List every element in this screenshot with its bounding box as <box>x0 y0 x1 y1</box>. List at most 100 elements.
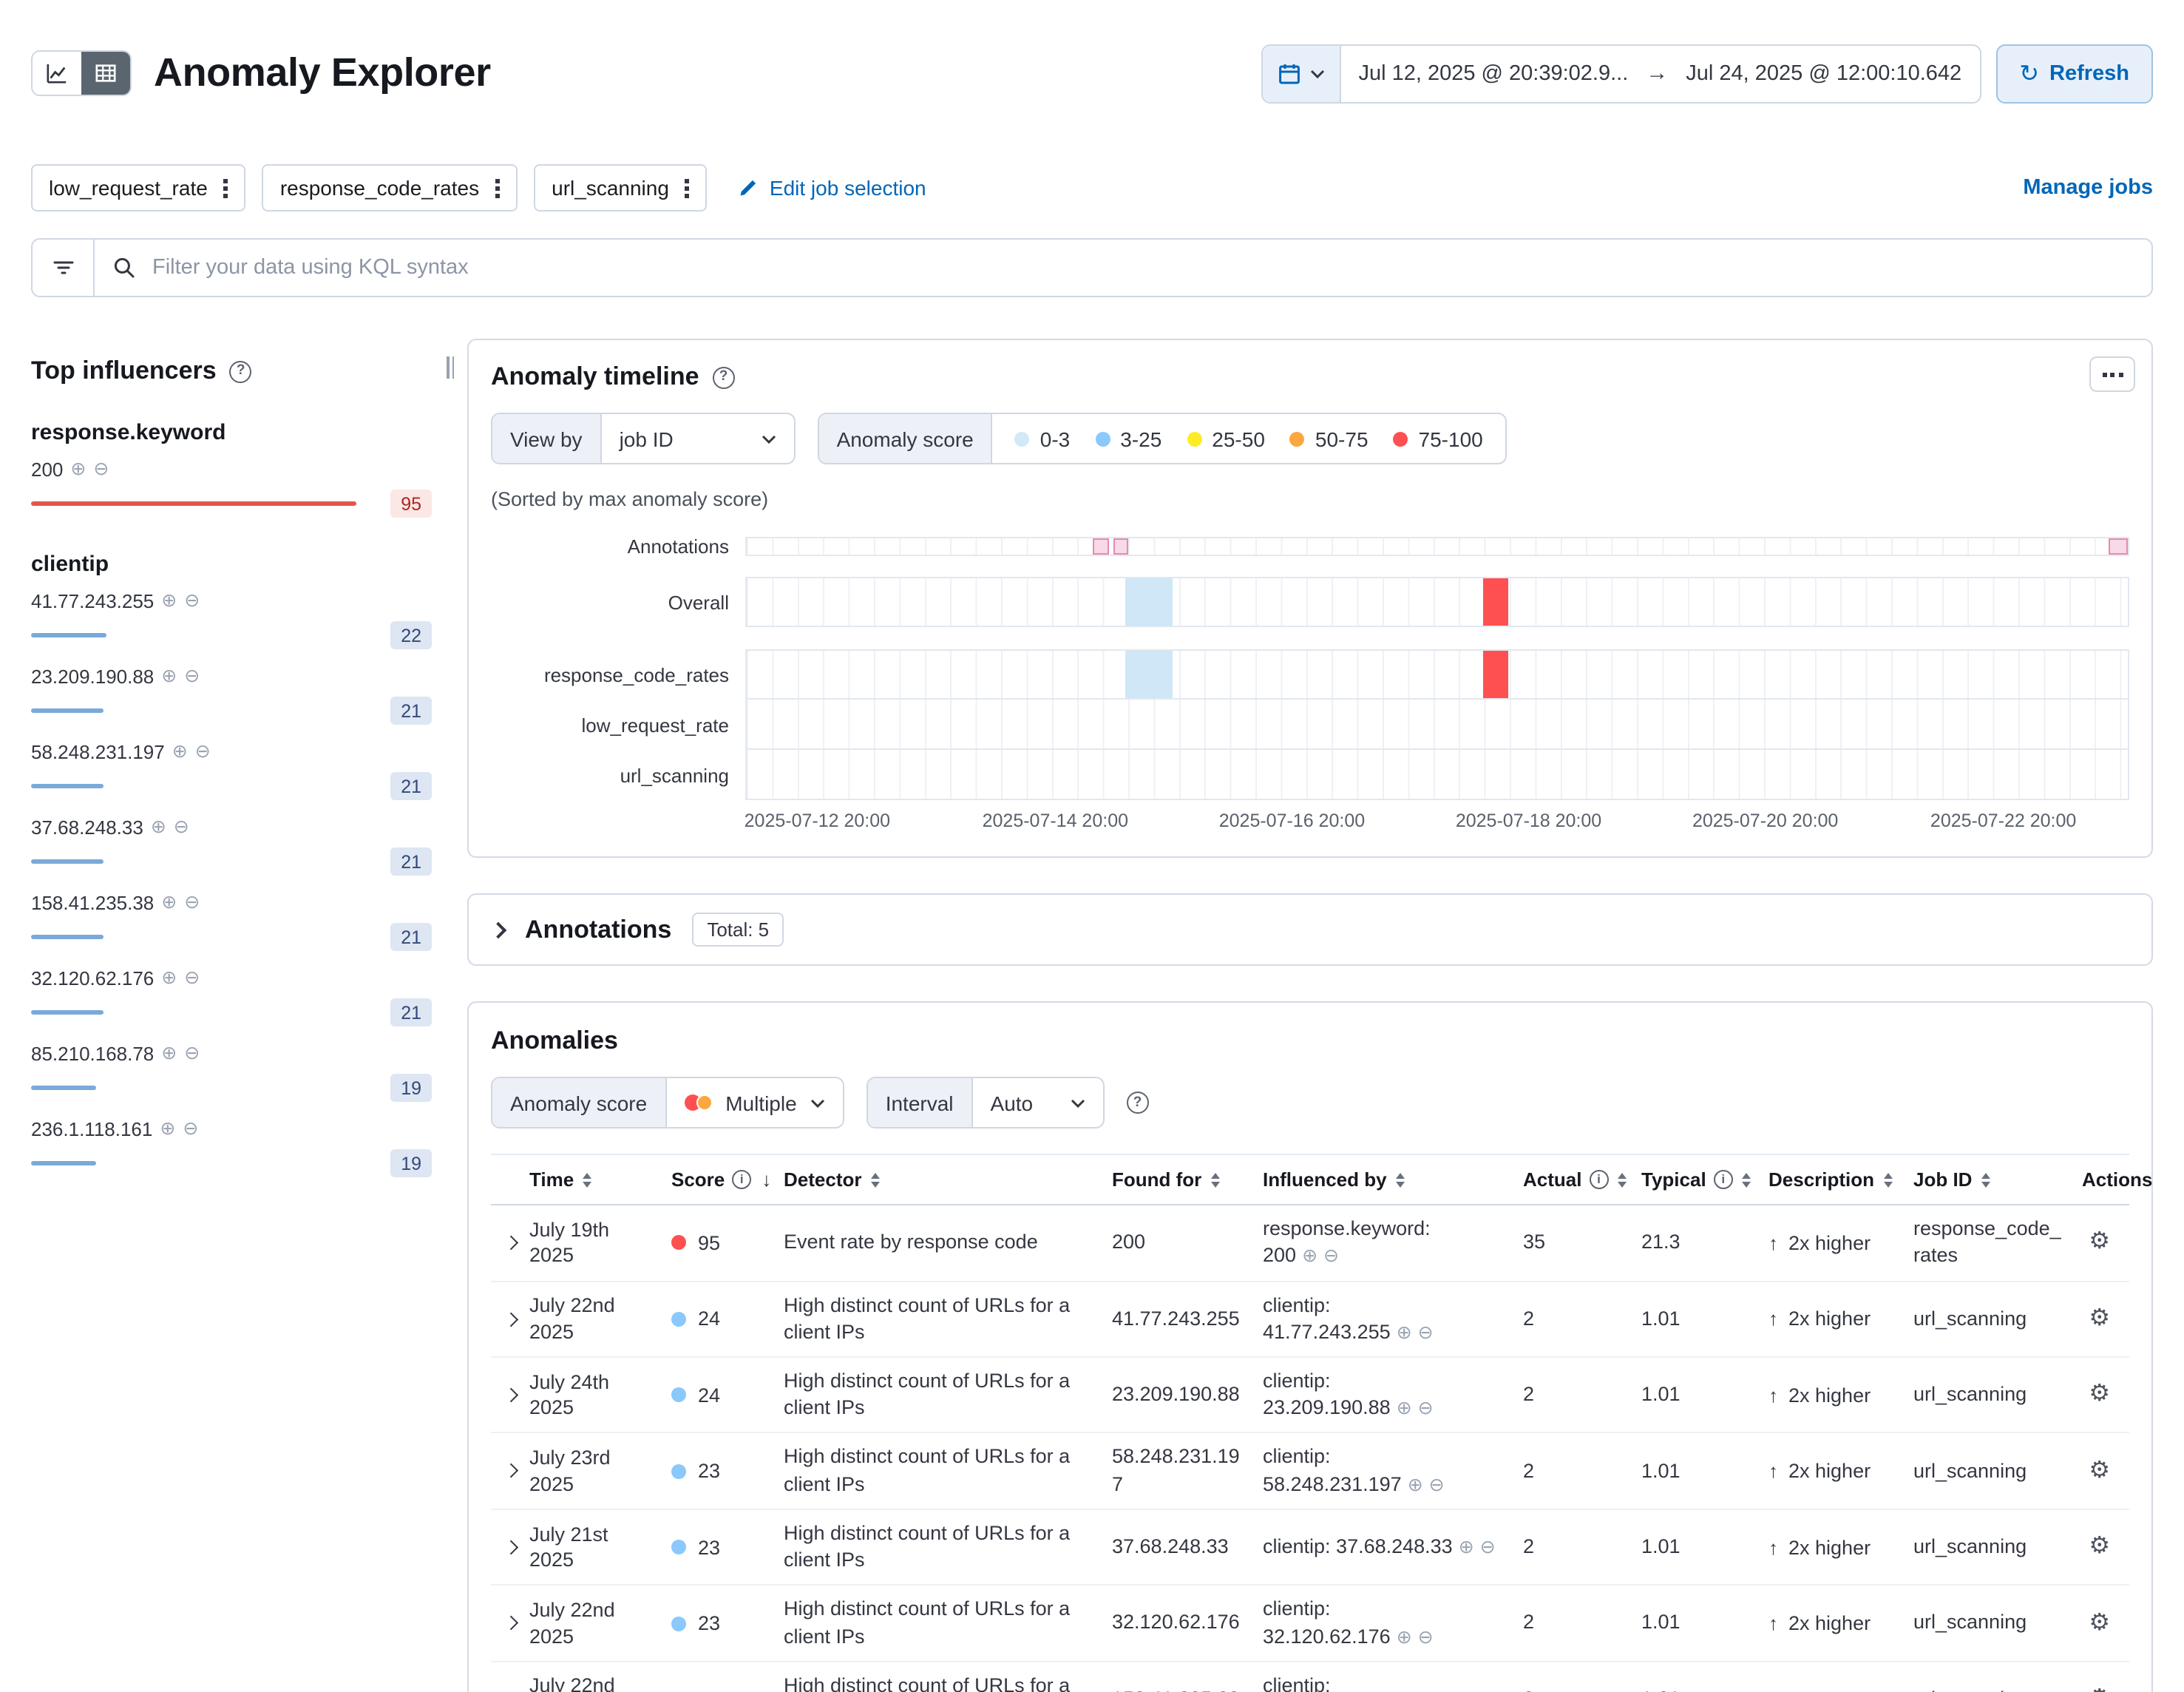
score-cell: 23 <box>671 1460 784 1482</box>
expand-row-chevron[interactable] <box>503 1312 517 1325</box>
calendar-dropdown-button[interactable] <box>1262 45 1340 101</box>
x-axis-tick: 2025-07-16 20:00 <box>1219 811 1365 831</box>
panel-resize-handle[interactable] <box>447 356 454 379</box>
help-icon[interactable]: ? <box>713 366 735 388</box>
influenced-by-cell: clientip: 32.120.62.176⊕⊖ <box>1263 1597 1523 1651</box>
influenced-by-cell: clientip: 37.68.248.33⊕⊖ <box>1263 1534 1523 1560</box>
remove-filter-icon[interactable]: ⊖ <box>93 461 109 479</box>
column-header-detector[interactable]: Detector <box>784 1168 1112 1191</box>
actions-gear-icon[interactable]: ⚙ <box>2089 1535 2110 1559</box>
actual-cell: 35 <box>1523 1230 1641 1256</box>
column-header-job-id[interactable]: Job ID <box>1913 1168 2082 1191</box>
annotation-marker[interactable] <box>2109 538 2128 555</box>
swimlane-cell[interactable] <box>1483 651 1508 698</box>
remove-filter-icon[interactable]: ⊖ <box>184 668 200 686</box>
add-filter-icon[interactable]: ⊕ <box>1397 1626 1412 1647</box>
severity-filter-select[interactable]: Multiple <box>666 1078 843 1127</box>
add-filter-icon[interactable]: ⊕ <box>1397 1322 1412 1343</box>
panel-options-button[interactable] <box>2089 356 2135 392</box>
add-filter-icon[interactable]: ⊕ <box>161 592 177 611</box>
influencer-score-badge: 21 <box>390 998 432 1026</box>
start-date[interactable]: Jul 12, 2025 @ 20:39:02.9... <box>1340 61 1646 85</box>
remove-filter-icon[interactable]: ⊖ <box>184 1045 200 1063</box>
refresh-button[interactable]: ↻ Refresh <box>1995 44 2153 103</box>
column-header-found-for[interactable]: Found for <box>1112 1168 1263 1191</box>
swimlane-cell[interactable] <box>1125 651 1173 698</box>
actions-gear-icon[interactable]: ⚙ <box>2089 1384 2110 1407</box>
add-filter-icon[interactable]: ⊕ <box>1397 1398 1412 1419</box>
job-id-cell: url_scanning <box>1913 1686 2082 1692</box>
help-icon[interactable]: ? <box>230 360 252 382</box>
actions-gear-icon[interactable]: ⚙ <box>2089 1231 2110 1255</box>
swimlane-cell[interactable] <box>1125 578 1173 626</box>
add-filter-icon[interactable]: ⊕ <box>161 969 177 988</box>
info-icon[interactable]: i <box>1589 1170 1608 1189</box>
help-icon[interactable]: ? <box>1127 1092 1149 1114</box>
add-filter-icon[interactable]: ⊕ <box>161 894 177 913</box>
end-date[interactable]: Jul 24, 2025 @ 12:00:10.642 <box>1668 61 1979 85</box>
column-header-influenced-by[interactable]: Influenced by <box>1263 1168 1523 1191</box>
add-filter-icon[interactable]: ⊕ <box>161 1045 177 1063</box>
annotation-marker[interactable] <box>1113 538 1128 555</box>
annotation-marker[interactable] <box>1093 538 1109 555</box>
column-header-description[interactable]: Description <box>1768 1168 1913 1191</box>
add-filter-icon[interactable]: ⊕ <box>1459 1537 1474 1557</box>
boxes-vertical-icon <box>685 178 690 197</box>
calendar-icon <box>1277 61 1300 85</box>
remove-filter-icon[interactable]: ⊖ <box>1418 1398 1434 1419</box>
remove-filter-icon[interactable]: ⊖ <box>1418 1626 1434 1647</box>
severity-dot <box>696 1094 712 1111</box>
remove-filter-icon[interactable]: ⊖ <box>195 743 211 762</box>
arrow-up-icon: ↑ <box>1768 1688 1778 1692</box>
expand-row-chevron[interactable] <box>503 1617 517 1630</box>
time-cell: July 22nd2025 <box>529 1674 671 1692</box>
remove-filter-icon[interactable]: ⊖ <box>174 819 189 837</box>
filter-options-button[interactable] <box>33 240 95 296</box>
swimlane-row-url-scanning: url_scanning <box>491 750 2129 800</box>
add-filter-icon[interactable]: ⊕ <box>151 819 166 837</box>
add-filter-icon[interactable]: ⊕ <box>172 743 188 762</box>
add-filter-icon[interactable]: ⊕ <box>70 461 86 479</box>
info-icon[interactable]: i <box>1714 1170 1733 1189</box>
job-badge[interactable]: response_code_rates <box>262 164 518 212</box>
column-header-score[interactable]: Scorei↓ <box>671 1168 784 1191</box>
kql-search-input[interactable] <box>149 254 2134 281</box>
annotations-expand-chevron[interactable] <box>490 921 507 938</box>
anomalies-table-body: July 19th2025 95 Event rate by response … <box>491 1205 2129 1692</box>
remove-filter-icon[interactable]: ⊖ <box>1418 1322 1434 1343</box>
add-filter-icon[interactable]: ⊕ <box>1408 1474 1423 1495</box>
remove-filter-icon[interactable]: ⊖ <box>184 894 200 913</box>
actions-gear-icon[interactable]: ⚙ <box>2089 1688 2110 1692</box>
arrow-up-icon: ↑ <box>1768 1536 1778 1558</box>
remove-filter-icon[interactable]: ⊖ <box>183 1120 198 1139</box>
table-view-toggle-button[interactable] <box>81 52 130 95</box>
actions-gear-icon[interactable]: ⚙ <box>2089 1307 2110 1331</box>
chart-view-toggle-button[interactable] <box>33 52 81 95</box>
add-filter-icon[interactable]: ⊕ <box>160 1120 175 1139</box>
view-by-select[interactable]: job ID <box>602 414 794 463</box>
remove-filter-icon[interactable]: ⊖ <box>184 592 200 611</box>
swimlane-cell[interactable] <box>1483 578 1508 626</box>
info-icon[interactable]: i <box>732 1170 751 1189</box>
column-header-time[interactable]: Time <box>529 1168 671 1191</box>
expand-row-chevron[interactable] <box>503 1236 517 1250</box>
remove-filter-icon[interactable]: ⊖ <box>1480 1537 1496 1557</box>
expand-row-chevron[interactable] <box>503 1388 517 1401</box>
interval-select[interactable]: Auto <box>973 1078 1103 1127</box>
manage-jobs-link[interactable]: Manage jobs <box>2023 176 2153 200</box>
remove-filter-icon[interactable]: ⊖ <box>1429 1474 1445 1495</box>
column-header-typical[interactable]: Typicali <box>1641 1168 1768 1191</box>
remove-filter-icon[interactable]: ⊖ <box>1323 1246 1339 1267</box>
expand-row-chevron[interactable] <box>503 1464 517 1478</box>
actions-gear-icon[interactable]: ⚙ <box>2089 1459 2110 1483</box>
edit-job-selection-link[interactable]: Edit job selection <box>739 176 926 200</box>
column-header-actual[interactable]: Actuali <box>1523 1168 1641 1191</box>
expand-row-chevron[interactable] <box>503 1540 517 1554</box>
actions-gear-icon[interactable]: ⚙ <box>2089 1611 2110 1635</box>
add-filter-icon[interactable]: ⊕ <box>1302 1246 1317 1267</box>
job-badge[interactable]: low_request_rate <box>31 164 246 212</box>
severity-filter-control: Anomaly score Multiple <box>491 1077 844 1128</box>
job-badge[interactable]: url_scanning <box>534 164 708 212</box>
remove-filter-icon[interactable]: ⊖ <box>184 969 200 988</box>
add-filter-icon[interactable]: ⊕ <box>161 668 177 686</box>
